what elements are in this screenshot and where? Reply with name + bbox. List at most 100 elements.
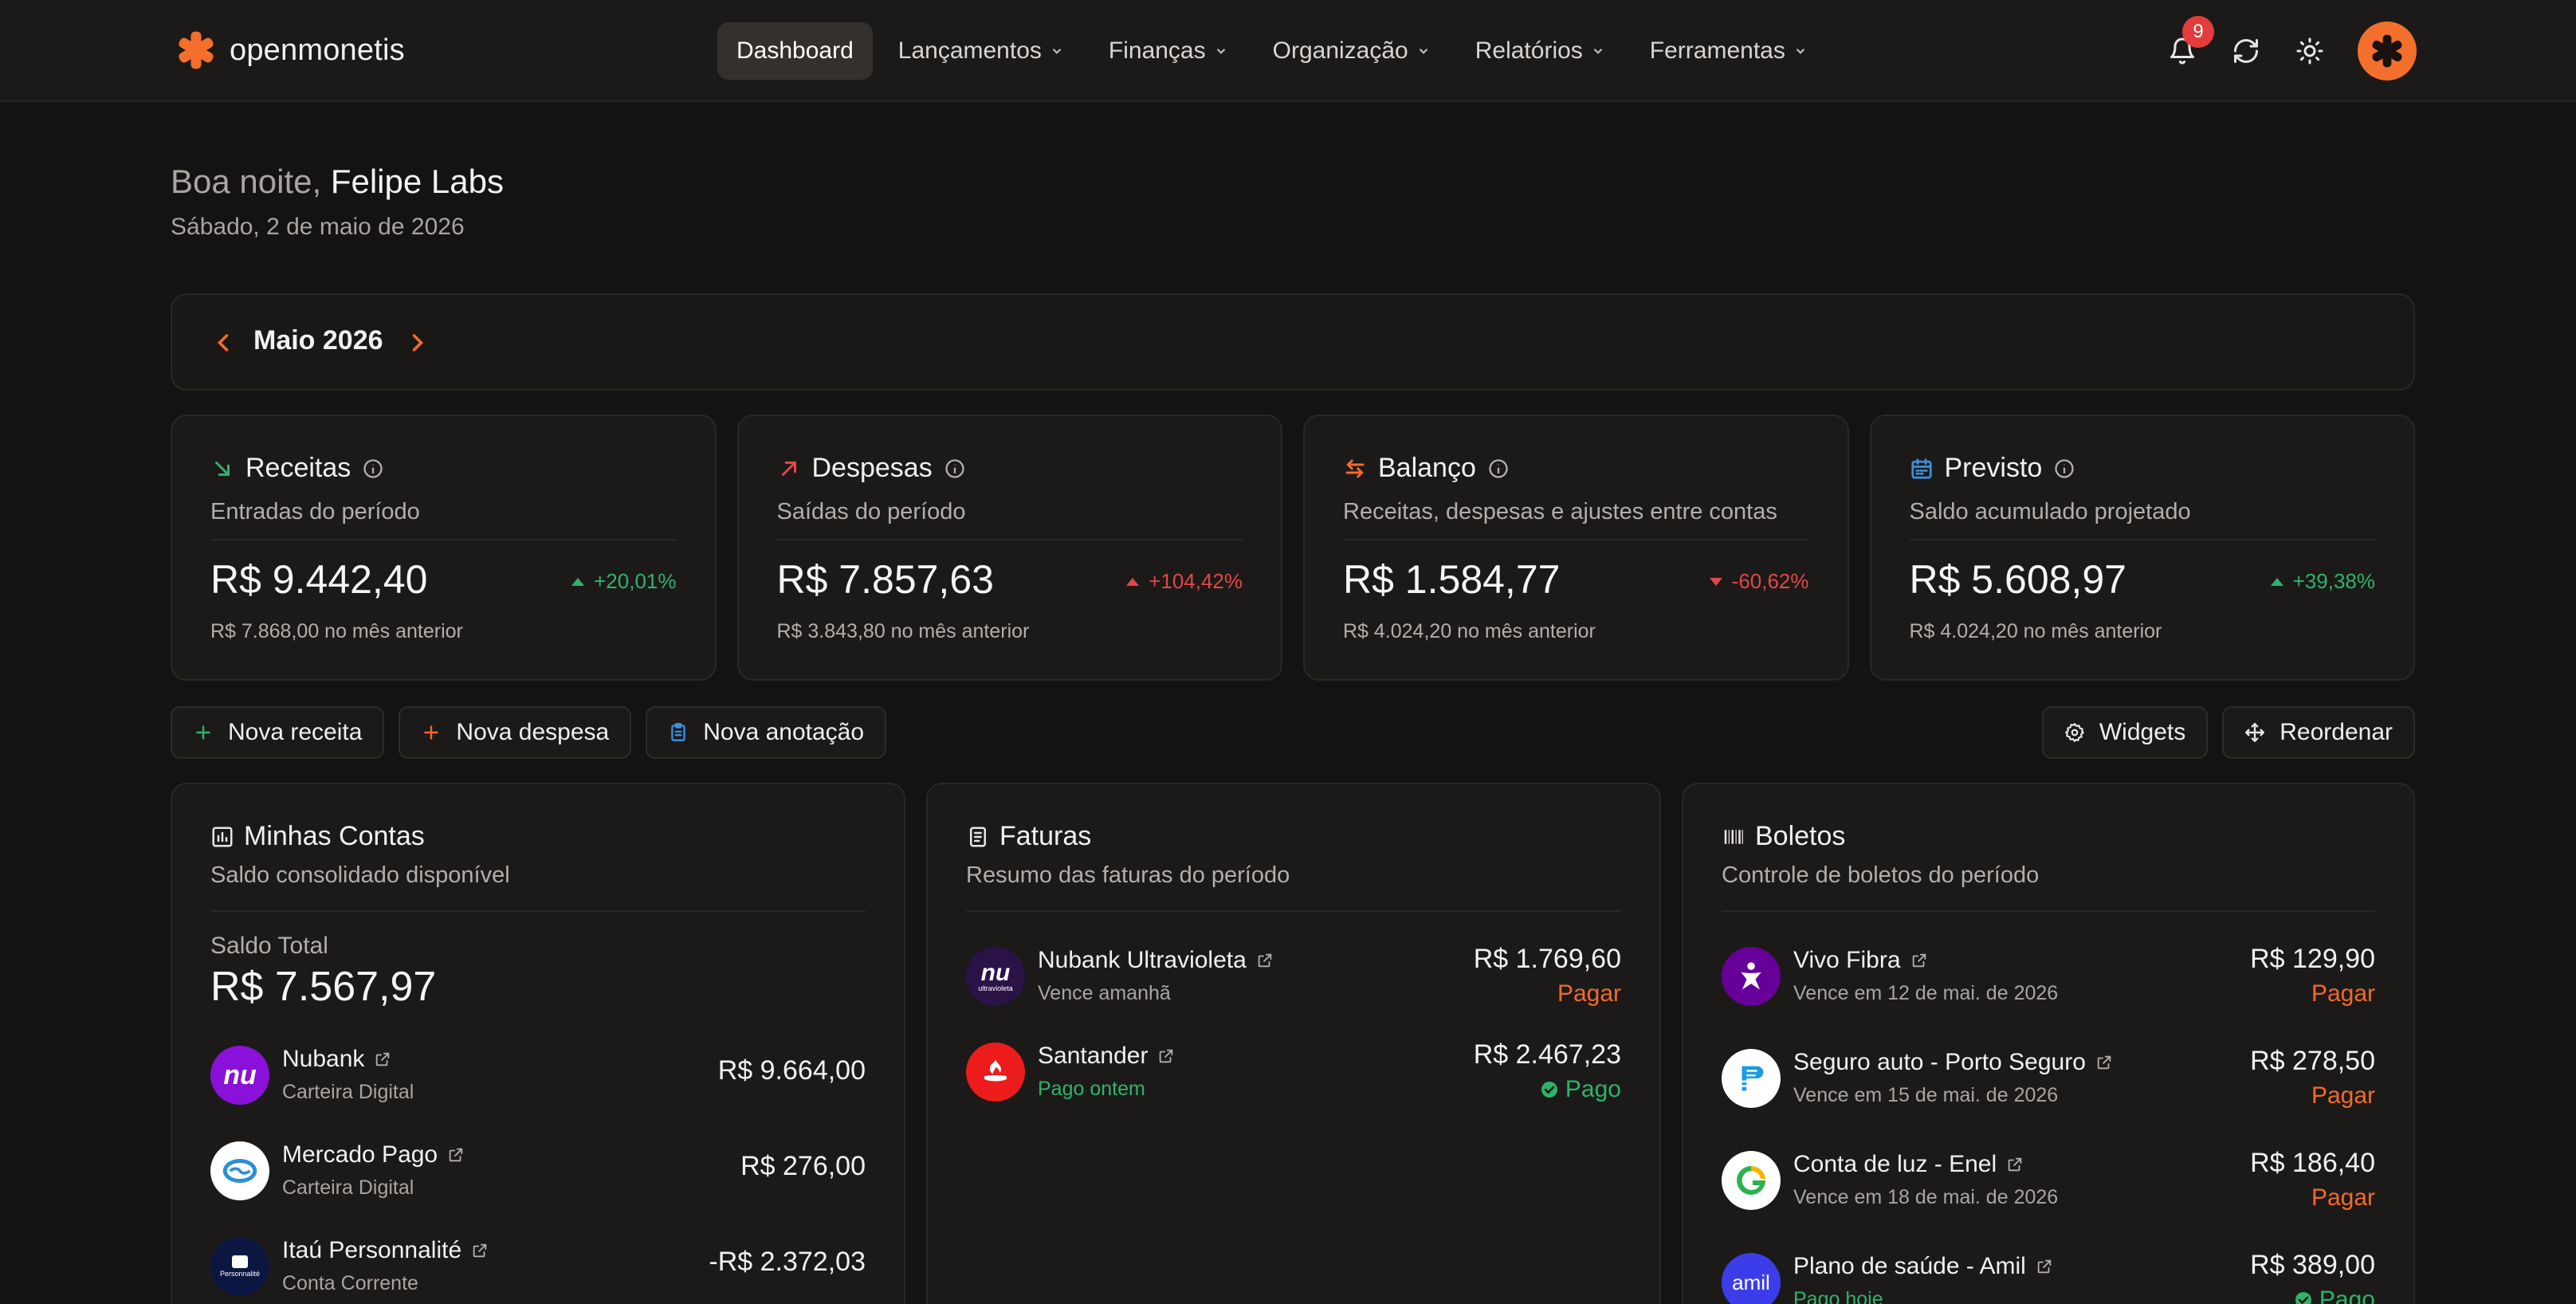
bills-panel: Boletos Controle de boletos do período V… bbox=[1682, 783, 2415, 1304]
external-link-icon[interactable] bbox=[2006, 1156, 2024, 1173]
bill-row[interactable]: Seguro auto - Porto Seguro Vence em 15 d… bbox=[1722, 1044, 2375, 1116]
account-row[interactable]: Mercado Pago Carteira Digital R$ 276,00 bbox=[210, 1137, 866, 1208]
bill-row[interactable]: amil Plano de saúde - Amil Pago hoje R$ … bbox=[1722, 1248, 2375, 1304]
invoices-panel: Faturas Resumo das faturas do período nu… bbox=[926, 783, 1661, 1304]
chevron-right-icon[interactable] bbox=[403, 328, 432, 357]
main-nav: Dashboard Lançamentos Finanças Organizaç… bbox=[717, 22, 1827, 80]
layout-actions: Widgets Reordenar bbox=[2041, 706, 2415, 759]
external-link-icon[interactable] bbox=[1910, 952, 1928, 969]
external-link-icon[interactable] bbox=[1256, 952, 1274, 969]
account-name-text: Nubank bbox=[282, 1046, 365, 1072]
external-link-icon[interactable] bbox=[2036, 1258, 2053, 1275]
refresh-icon bbox=[2234, 39, 2258, 63]
nav-dashboard[interactable]: Dashboard bbox=[717, 22, 873, 80]
logo-subtext: ultravioleta bbox=[978, 984, 1013, 992]
external-link-icon[interactable] bbox=[2095, 1054, 2113, 1071]
pay-button[interactable]: Pagar bbox=[2311, 1184, 2375, 1212]
account-type: Carteira Digital bbox=[282, 1176, 414, 1199]
stat-value: R$ 1.584,77 bbox=[1343, 557, 1561, 602]
pay-button[interactable]: Pagar bbox=[2311, 1082, 2375, 1110]
bill-amount: R$ 278,50 bbox=[2250, 1046, 2375, 1076]
button-label: Nova receita bbox=[228, 719, 363, 745]
account-row[interactable]: Personnalité Itaú Personnalité Conta Cor… bbox=[210, 1232, 866, 1304]
invoice-amount: R$ 2.467,23 bbox=[1473, 1039, 1621, 1070]
paid-status: Pago bbox=[2294, 1286, 2375, 1304]
stat-header: Balanço bbox=[1343, 453, 1510, 484]
external-link-icon[interactable] bbox=[1157, 1047, 1175, 1065]
triangle-up-icon bbox=[571, 577, 585, 586]
gear-icon bbox=[2064, 723, 2084, 742]
chevron-down-icon bbox=[1593, 48, 1603, 54]
pay-button[interactable]: Pagar bbox=[2311, 980, 2375, 1007]
month-selector: Maio 2026 bbox=[171, 293, 2415, 391]
panel-title: Faturas bbox=[999, 821, 1092, 851]
paid-status: Pago bbox=[1540, 1076, 1621, 1103]
refresh-button[interactable] bbox=[2230, 35, 2262, 67]
reorder-button[interactable]: Reordenar bbox=[2222, 706, 2415, 759]
stat-subtitle: Receitas, despesas e ajustes entre conta… bbox=[1343, 499, 1777, 524]
check-circle-icon bbox=[2295, 1292, 2311, 1304]
stat-change-value: -60,62% bbox=[1731, 569, 1809, 593]
info-icon[interactable] bbox=[362, 458, 384, 480]
panel-title: Minhas Contas bbox=[244, 821, 425, 851]
enel-logo-icon bbox=[1722, 1151, 1781, 1210]
info-icon[interactable] bbox=[2053, 458, 2075, 480]
new-expense-button[interactable]: Nova despesa bbox=[399, 706, 632, 759]
account-amount: R$ 276,00 bbox=[740, 1151, 866, 1181]
nav-relatorios[interactable]: Relatórios bbox=[1456, 22, 1624, 80]
invoice-name-text: Nubank Ultravioleta bbox=[1038, 947, 1247, 973]
divider bbox=[210, 910, 866, 912]
nav-ferramentas[interactable]: Ferramentas bbox=[1631, 22, 1827, 80]
stat-subtitle: Saldo acumulado projetado bbox=[1909, 499, 2191, 524]
stat-change: +104,42% bbox=[1126, 569, 1243, 594]
notifications-button[interactable]: 9 bbox=[2166, 16, 2214, 67]
brand[interactable]: openmonetis bbox=[175, 29, 405, 72]
status-label: Pagar bbox=[1557, 980, 1621, 1007]
stat-card-balanco: Balanço Receitas, despesas e ajustes ent… bbox=[1303, 414, 1849, 681]
bill-row[interactable]: Vivo Fibra Vence em 12 de mai. de 2026 R… bbox=[1722, 942, 2375, 1014]
stat-change: -60,62% bbox=[1709, 569, 1809, 594]
nubank-ultravioleta-logo-icon: nu ultravioleta bbox=[966, 947, 1025, 1006]
santander-logo-icon bbox=[966, 1043, 1025, 1102]
pay-button[interactable]: Pagar bbox=[1557, 980, 1621, 1007]
account-name: Itaú Personnalité bbox=[282, 1237, 489, 1264]
account-name-text: Mercado Pago bbox=[282, 1141, 438, 1168]
new-note-button[interactable]: Nova anotação bbox=[646, 706, 887, 759]
external-link-icon[interactable] bbox=[471, 1242, 489, 1259]
invoice-name-text: Santander bbox=[1038, 1043, 1149, 1069]
bill-row[interactable]: Conta de luz - Enel Vence em 18 de mai. … bbox=[1722, 1146, 2375, 1218]
external-link-icon[interactable] bbox=[374, 1051, 391, 1068]
theme-toggle-button[interactable] bbox=[2294, 35, 2326, 67]
info-icon[interactable] bbox=[1487, 458, 1510, 480]
new-income-button[interactable]: Nova receita bbox=[171, 706, 385, 759]
current-date: Sábado, 2 de maio de 2026 bbox=[171, 214, 465, 240]
widgets-button[interactable]: Widgets bbox=[2041, 706, 2209, 759]
nav-label: Dashboard bbox=[736, 37, 854, 64]
nav-financas[interactable]: Finanças bbox=[1090, 22, 1247, 80]
bill-name-text: Seguro auto - Porto Seguro bbox=[1793, 1049, 2086, 1075]
account-type: Conta Corrente bbox=[282, 1272, 418, 1294]
nav-lancamentos[interactable]: Lançamentos bbox=[879, 22, 1083, 80]
divider bbox=[776, 539, 1243, 540]
total-balance-value: R$ 7.567,97 bbox=[210, 964, 437, 1010]
invoice-row[interactable]: nu ultravioleta Nubank Ultravioleta Venc… bbox=[966, 942, 1621, 1014]
status-label: Pagar bbox=[2311, 1184, 2375, 1211]
bill-name-text: Plano de saúde - Amil bbox=[1793, 1253, 2026, 1279]
status-label: Pagar bbox=[2311, 980, 2375, 1007]
stat-change: +20,01% bbox=[571, 569, 677, 594]
nav-label: Lançamentos bbox=[897, 37, 1042, 64]
user-avatar[interactable] bbox=[2358, 22, 2417, 81]
account-row[interactable]: nu Nubank Carteira Digital R$ 9.664,00 bbox=[210, 1041, 866, 1113]
chevron-left-icon[interactable] bbox=[209, 328, 238, 357]
external-link-icon[interactable] bbox=[447, 1146, 465, 1164]
nav-label: Relatórios bbox=[1475, 37, 1583, 64]
logo-text: nu bbox=[223, 1059, 257, 1090]
invoice-row[interactable]: Santander Pago ontem R$ 2.467,23 Pago bbox=[966, 1038, 1621, 1110]
logo-text: nu bbox=[980, 959, 1011, 986]
calendar-icon bbox=[1910, 458, 1932, 479]
enel-ring-icon bbox=[1737, 1165, 1765, 1195]
info-icon[interactable] bbox=[944, 458, 966, 480]
stat-card-despesas: Despesas Saídas do período R$ 7.857,63 +… bbox=[736, 414, 1282, 681]
invoice-paid-info: Pago ontem bbox=[1038, 1078, 1145, 1100]
nav-organizacao[interactable]: Organização bbox=[1254, 22, 1450, 80]
